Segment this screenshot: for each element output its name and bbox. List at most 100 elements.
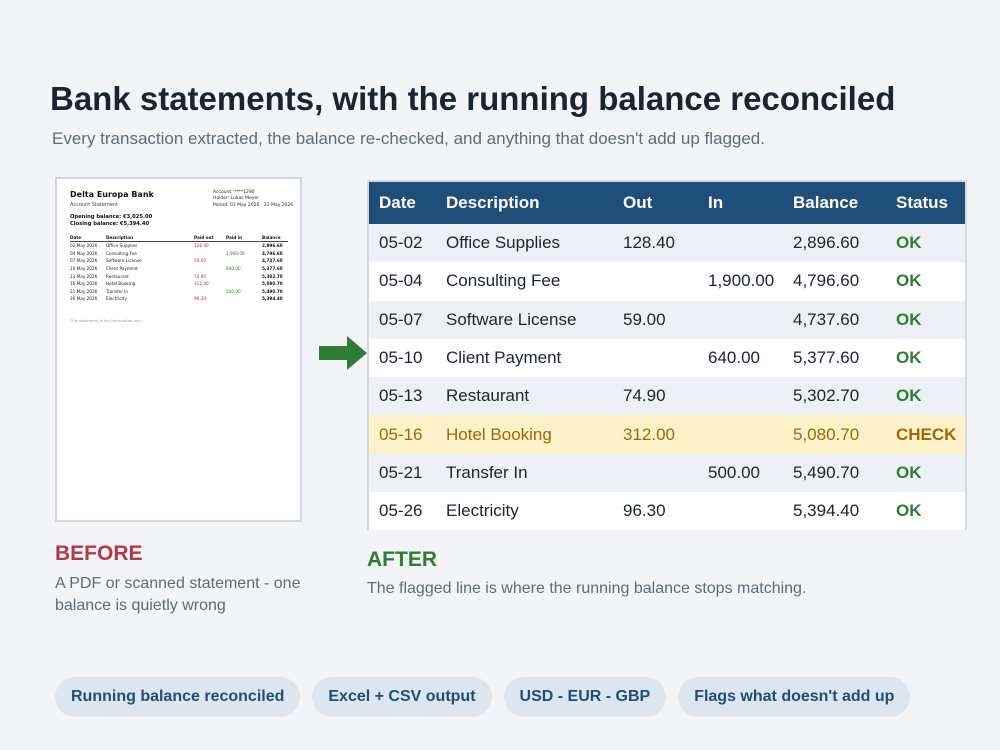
statement-row: 04 May 2026 Consulting Fee 1,900.00 4,796.6… (70, 250, 288, 258)
column-header-date: Date (369, 182, 436, 224)
feature-pill: USD - EUR - GBP (503, 677, 667, 717)
statement-cell-bal: 4,737.60 (262, 258, 283, 264)
statement-period: Period: 01 May 2026 - 31 May 2026 (213, 202, 294, 208)
before-label: BEFORE (55, 542, 143, 565)
statement-cell-out (194, 265, 226, 273)
cell-out (613, 262, 698, 301)
column-header-out: Out (613, 182, 698, 224)
cell-out: 128.40 (613, 224, 698, 263)
statement-row: 07 May 2026 Software License 59.00 4,737.60 (70, 257, 288, 265)
statement-cell-date: 26 May 2026 (70, 296, 98, 302)
statement-cell-out: 96.30 (194, 296, 206, 302)
cell-bal: 5,394.40 (783, 492, 886, 531)
statement-cell-out: 312.00 (194, 281, 209, 287)
statement-cell-bal: 5,377.60 (262, 266, 283, 272)
cell-bal: 4,796.60 (783, 262, 886, 301)
column-header-description: Description (436, 182, 613, 224)
cell-out: 96.30 (613, 492, 698, 531)
statement-opening-balance: Opening balance: €3,025.00 (70, 214, 153, 220)
statement-cell-date: 13 May 2026 (70, 273, 98, 279)
status-badge: OK (886, 262, 965, 301)
cell-in (698, 224, 783, 263)
page-title: Bank statements, with the running balanc… (50, 80, 896, 117)
cell-out: 59.00 (613, 300, 698, 339)
table-row-flagged: 05-16 Hotel Booking 312.00 5,080.70 CHECK (369, 415, 965, 454)
table-row: 05-02 Office Supplies 128.40 2,896.60 OK (369, 224, 965, 263)
cell-bal: 2,896.60 (783, 224, 886, 263)
reconciled-table-container: Date Description Out In Balance Status 0… (367, 180, 967, 531)
statement-cell-in: 500.00 (226, 288, 241, 294)
table-header-row: Date Description Out In Balance Status (369, 182, 965, 224)
cell-desc: Hotel Booking (436, 415, 613, 454)
statement-cell-date: 07 May 2026 (70, 258, 98, 264)
cell-date: 05-04 (369, 262, 436, 301)
statement-cell-desc: Office Supplies (106, 243, 138, 249)
cell-date: 05-07 (369, 300, 436, 339)
table-row: 05-07 Software License 59.00 4,737.60 OK (369, 300, 965, 339)
statement-col-header: Date (70, 234, 106, 242)
statement-cell-bal: 4,796.60 (262, 250, 283, 256)
cell-in (698, 377, 783, 416)
feature-pill: Running balance reconciled (55, 677, 301, 717)
statement-cell-date: 04 May 2026 (70, 250, 98, 256)
cell-desc: Transfer In (436, 453, 613, 493)
status-badge: OK (886, 300, 965, 339)
table-row: 05-10 Client Payment 640.00 5,377.60 OK (369, 338, 965, 378)
reconciled-table: Date Description Out In Balance Status 0… (369, 182, 965, 531)
statement-col-header: Balance (262, 234, 288, 242)
cell-bal: 5,080.70 (783, 415, 886, 454)
statement-cell-out: 74.90 (194, 273, 206, 279)
statement-cell-in (226, 295, 262, 303)
column-header-in: In (698, 182, 783, 224)
before-caption: A PDF or scanned statement - one balance… (55, 575, 301, 614)
feature-pill: Excel + CSV output (312, 677, 492, 717)
cell-desc: Software License (436, 300, 613, 339)
statement-closing-balance: Closing balance: €5,394.40 (70, 221, 150, 227)
cell-in (698, 492, 783, 531)
statement-cell-in: 1,900.00 (226, 250, 245, 256)
statement-row: 10 May 2026 Client Payment 640.00 5,377.60 (70, 265, 288, 273)
cell-desc: Client Payment (436, 338, 613, 378)
status-badge: OK (886, 377, 965, 416)
statement-cell-desc: Electricity (106, 296, 127, 302)
statement-cell-desc: Hotel Booking (106, 281, 136, 287)
status-badge: CHECK (886, 415, 965, 454)
cell-in (698, 415, 783, 454)
statement-cell-date: 21 May 2026 (70, 288, 98, 294)
statement-cell-bal: 2,896.60 (262, 243, 283, 249)
table-row: 05-04 Consulting Fee 1,900.00 4,796.60 OK (369, 262, 965, 301)
feature-pills: Running balance reconciled Excel + CSV o… (55, 677, 911, 717)
table-row: 05-13 Restaurant 74.90 5,302.70 OK (369, 377, 965, 416)
status-badge: OK (886, 338, 965, 378)
feature-pill: Flags what doesn't add up (678, 677, 911, 717)
cell-date: 05-13 (369, 377, 436, 416)
statement-row: 21 May 2026 Transfer In 500.00 5,490.70 (70, 288, 288, 296)
statement-bank-name: Delta Europa Bank (70, 190, 154, 199)
cell-desc: Restaurant (436, 377, 613, 416)
cell-in (698, 300, 783, 339)
statement-cell-date: 02 May 2026 (70, 243, 98, 249)
statement-footer: This statement is for information only. (70, 318, 143, 323)
arrow-right-icon (319, 336, 367, 370)
cell-date: 05-02 (369, 224, 436, 263)
cell-desc: Office Supplies (436, 224, 613, 263)
after-caption: The flagged line is where the running ba… (367, 580, 807, 597)
status-badge: OK (886, 453, 965, 493)
statement-cell-desc: Consulting Fee (106, 250, 137, 256)
statement-cell-out (194, 250, 226, 258)
statement-cell-date: 16 May 2026 (70, 281, 98, 287)
cell-in: 500.00 (698, 453, 783, 493)
cell-date: 05-16 (369, 415, 436, 454)
statement-document: Delta Europa Bank Account Statement Acco… (55, 177, 302, 522)
statement-cell-in (226, 280, 262, 288)
status-badge: OK (886, 224, 965, 263)
statement-cell-out (194, 288, 226, 296)
cell-bal: 5,302.70 (783, 377, 886, 416)
statement-row: 16 May 2026 Hotel Booking 312.00 5,080.70 (70, 280, 288, 288)
cell-out: 312.00 (613, 415, 698, 454)
statement-cell-bal: 5,080.70 (262, 281, 283, 287)
statement-cell-in: 640.00 (226, 266, 241, 272)
statement-cell-desc: Client Payment (106, 266, 138, 272)
statement-col-header: Paid out (194, 234, 226, 242)
statement-header-row: Date Description Paid out Paid in Balanc… (70, 234, 288, 242)
